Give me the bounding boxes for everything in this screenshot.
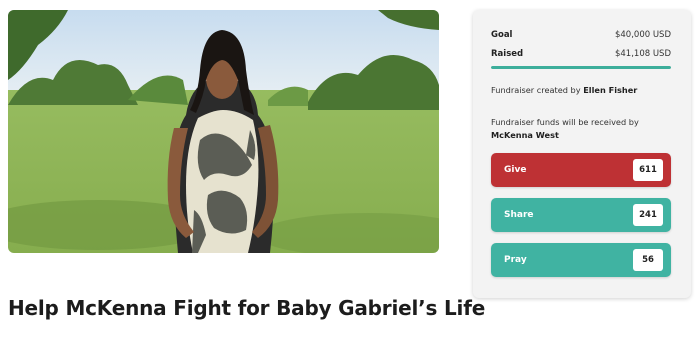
share-button-label: Share <box>504 210 534 220</box>
raised-label: Raised <box>491 49 524 59</box>
goal-amount: $40,000 USD <box>614 30 671 40</box>
raised-row: Raised $41,108 USD <box>491 49 671 59</box>
hero-photo <box>8 10 439 253</box>
raised-amount: $41,108 USD <box>614 49 671 59</box>
goal-row: Goal $40,000 USD <box>491 30 671 40</box>
give-count-badge: 611 <box>633 159 663 181</box>
pray-button-label: Pray <box>504 255 527 265</box>
organizer-name[interactable]: Ellen Fisher <box>583 85 637 95</box>
pray-count-badge: 56 <box>633 249 663 271</box>
fundraising-progress-bar <box>491 66 671 69</box>
share-button[interactable]: Share 241 <box>491 198 671 232</box>
pray-button[interactable]: Pray 56 <box>491 243 671 277</box>
recipient-info: Fundraiser funds will be received by McK… <box>491 116 675 142</box>
recipient-name[interactable]: McKenna West <box>491 130 559 140</box>
organizer-prefix: Fundraiser created by <box>491 85 581 95</box>
goal-label: Goal <box>491 30 513 40</box>
organizer-info: Fundraiser created by Ellen Fisher <box>491 84 675 97</box>
recipient-prefix: Fundraiser funds will be received by <box>491 117 639 127</box>
give-button-label: Give <box>504 165 527 175</box>
share-count-badge: 241 <box>633 204 663 226</box>
donation-summary-card: Goal $40,000 USD Raised $41,108 USD Fund… <box>473 10 691 298</box>
progress-fill <box>491 66 671 69</box>
hero-photo-illustration <box>8 10 439 253</box>
give-button[interactable]: Give 611 <box>491 153 671 187</box>
page-title: Help McKenna Fight for Baby Gabriel’s Li… <box>8 296 486 320</box>
